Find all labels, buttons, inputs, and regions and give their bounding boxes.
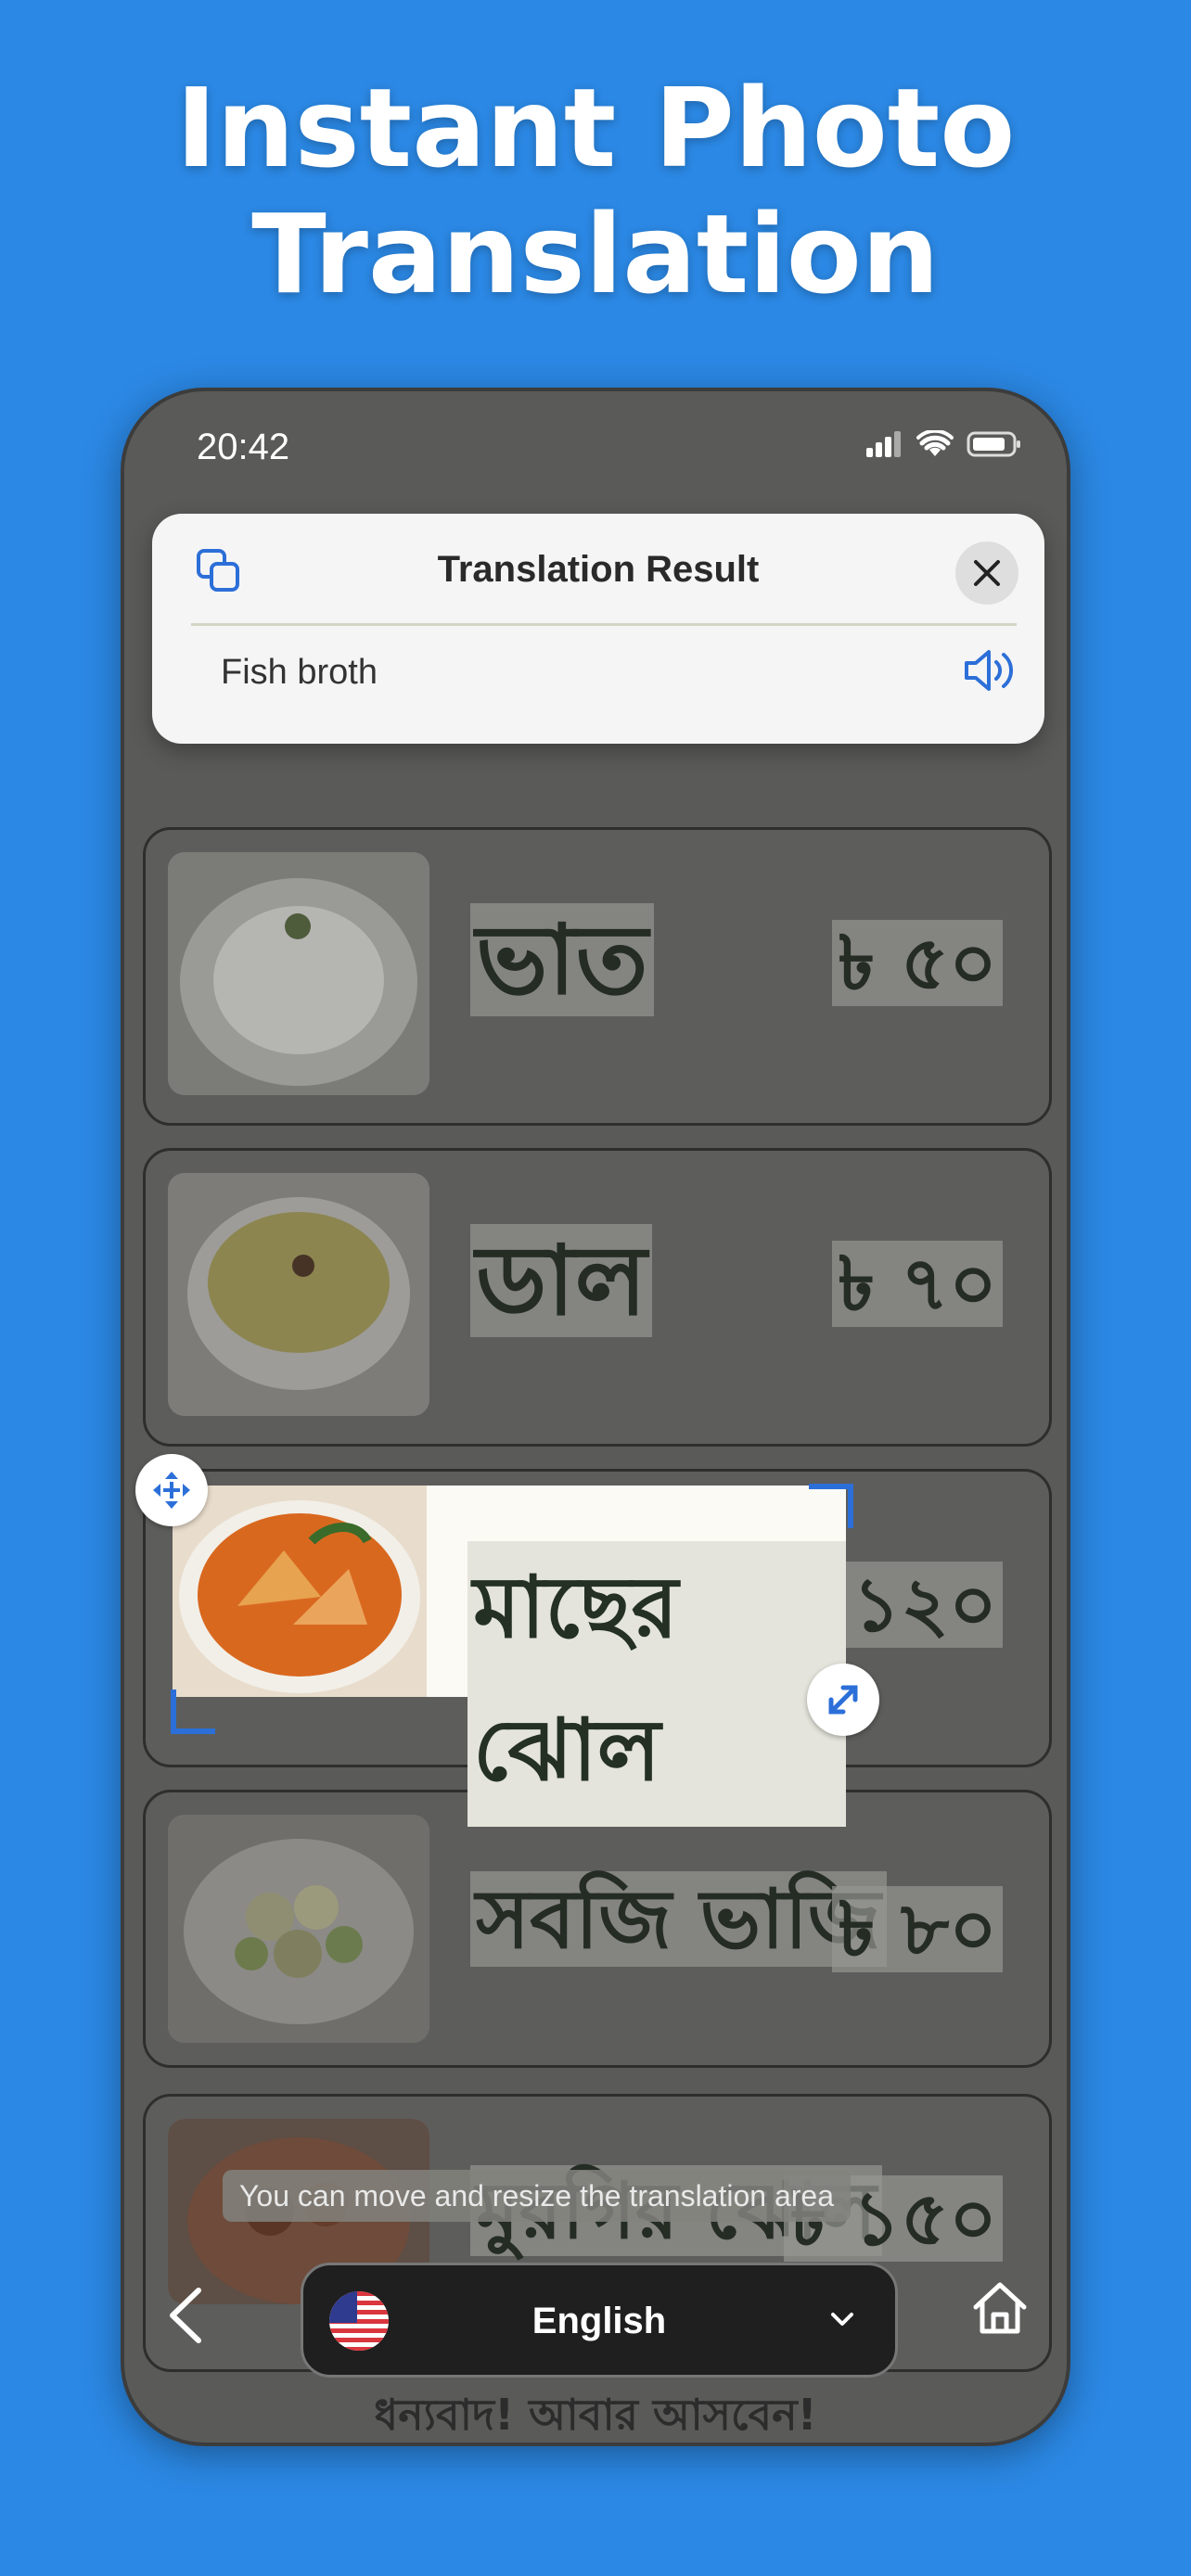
language-selector[interactable]: English bbox=[301, 2263, 898, 2378]
translation-result-popup: Translation Result Fish broth bbox=[152, 514, 1044, 744]
chevron-left-icon bbox=[170, 2288, 201, 2343]
hint-text: You can move and resize the translation … bbox=[223, 2170, 851, 2222]
menu-item: ভাত ৳ ৫০ bbox=[143, 827, 1052, 1126]
close-button[interactable] bbox=[955, 542, 1018, 605]
status-icons bbox=[866, 430, 1022, 458]
language-label: English bbox=[531, 2301, 667, 2341]
fish-curry-image bbox=[173, 1486, 427, 1697]
headline-line-2: Translation bbox=[251, 190, 940, 318]
selection-corner bbox=[809, 1484, 853, 1528]
item-price: ৳ ৭০ bbox=[832, 1227, 1003, 1351]
home-button[interactable] bbox=[970, 2279, 1030, 2340]
close-icon bbox=[974, 560, 1000, 586]
resize-handle[interactable] bbox=[807, 1664, 879, 1736]
home-icon bbox=[973, 2282, 1027, 2334]
item-price: ৳ ৮০ bbox=[832, 1872, 1003, 1996]
speaker-icon[interactable] bbox=[963, 647, 1018, 697]
signal-icon bbox=[866, 431, 901, 457]
lentil-soup-image bbox=[168, 1173, 429, 1416]
menu-item: ডাল ৳ ৭০ bbox=[143, 1148, 1052, 1447]
vegetable-fry-image bbox=[168, 1815, 429, 2043]
headline-line-1: Instant Photo bbox=[175, 64, 1016, 192]
selection-corner bbox=[171, 1690, 215, 1734]
popup-title: Translation Result bbox=[437, 549, 760, 590]
resize-icon bbox=[828, 1685, 858, 1715]
move-handle[interactable] bbox=[135, 1454, 208, 1526]
wifi-icon bbox=[916, 430, 954, 456]
selected-text: মাছের ঝোল bbox=[467, 1541, 846, 1827]
rice-bowl-image bbox=[168, 852, 429, 1095]
translation-selection-area[interactable]: মাছের ঝোল bbox=[173, 1486, 846, 1827]
item-name: সবজি ভাজি bbox=[470, 1857, 887, 1994]
chevron-down-icon bbox=[828, 2308, 856, 2334]
battery-icon bbox=[967, 431, 1020, 457]
menu-item: সবজি ভাজি ৳ ৮০ bbox=[143, 1790, 1052, 2068]
headline: Instant Photo Translation bbox=[0, 65, 1191, 317]
back-button[interactable] bbox=[163, 2285, 206, 2350]
menu-footer-text: ধন্যবাদ! আবার আসবেন! bbox=[374, 2390, 817, 2440]
phone-frame: 20:42 ভাত ৳ ৫০ ডাল ৳ ৭০ ৳ ১২০ সবজি ভাজি … bbox=[121, 388, 1070, 2446]
item-name: ডাল bbox=[470, 1206, 653, 1368]
item-name: ভাত bbox=[470, 886, 654, 1047]
translation-result-text: Fish broth bbox=[221, 653, 378, 692]
move-icon bbox=[153, 1472, 190, 1509]
popup-divider bbox=[191, 623, 1017, 626]
status-time: 20:42 bbox=[197, 427, 290, 467]
item-price: ৳ ৫০ bbox=[832, 906, 1003, 1030]
